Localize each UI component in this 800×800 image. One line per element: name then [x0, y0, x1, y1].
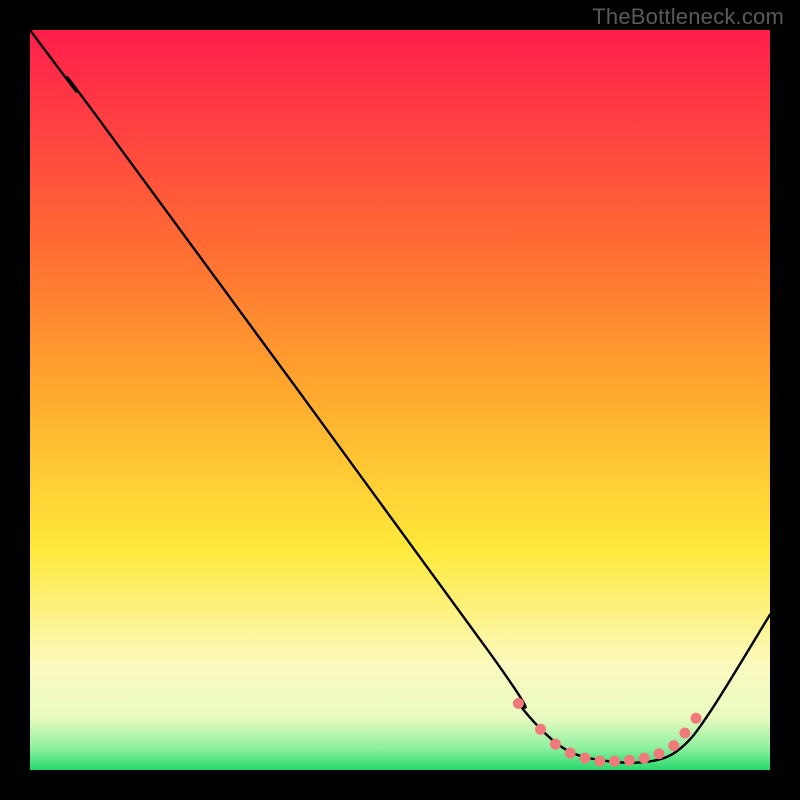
- valley-dot: [624, 755, 635, 766]
- valley-dot: [550, 739, 561, 750]
- valley-dot: [535, 724, 546, 735]
- plot-area: [30, 30, 770, 770]
- valley-dot: [594, 756, 605, 767]
- watermark-text: TheBottleneck.com: [592, 4, 784, 30]
- valley-dot: [609, 756, 620, 767]
- valley-dot: [691, 713, 702, 724]
- valley-dot: [513, 698, 524, 709]
- chart-stage: TheBottleneck.com: [0, 0, 800, 800]
- valley-dot: [654, 748, 665, 759]
- bottleneck-curve: [30, 30, 770, 763]
- valley-dot: [679, 728, 690, 739]
- valley-dot: [639, 753, 650, 764]
- curve-layer: [30, 30, 770, 770]
- valley-dot: [565, 747, 576, 758]
- valley-dot: [580, 753, 591, 764]
- valley-dot: [668, 740, 679, 751]
- valley-dots: [513, 698, 702, 767]
